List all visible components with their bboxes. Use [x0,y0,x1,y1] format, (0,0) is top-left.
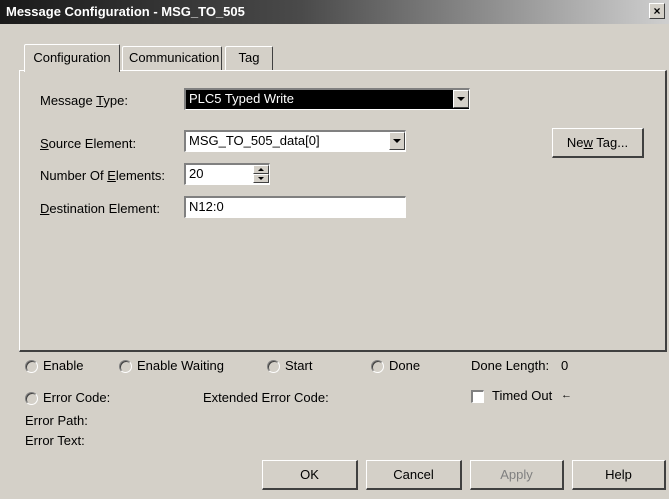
destination-element-value: N12:0 [189,199,224,214]
tab-tag[interactable]: Tag [225,46,273,70]
spin-down-icon[interactable] [253,174,269,183]
close-icon[interactable]: × [649,3,665,19]
done-radio [371,360,384,373]
timed-out-label: Timed Out [492,388,553,403]
enable-waiting-radio [119,360,132,373]
arrow-left-icon: ← [561,389,572,401]
tab-configuration[interactable]: Configuration [24,44,120,72]
help-button[interactable]: Help [572,460,666,490]
new-tag-button[interactable]: New Tag... [552,128,644,158]
timed-out-checkbox [471,390,484,403]
chevron-down-icon[interactable] [453,90,469,108]
destination-element-input[interactable]: N12:0 [184,196,406,218]
enable-label: Enable [43,358,84,373]
window-title: Message Configuration - MSG_TO_505 [6,4,245,19]
done-length-value: 0 [561,358,569,373]
window-title-bar: Message Configuration - MSG_TO_505 × [0,0,669,24]
number-of-elements-stepper[interactable]: 20 [184,163,270,185]
ok-button[interactable]: OK [262,460,358,490]
tab-communication[interactable]: Communication [122,46,222,70]
number-of-elements-label: Number Of Elements: [40,168,165,183]
done-label: Done [389,358,421,373]
spin-up-icon[interactable] [253,165,269,174]
message-type-label: Message Type: [40,93,128,108]
enable-radio [25,360,38,373]
apply-button[interactable]: Apply [470,460,564,490]
configuration-panel: Message Type: PLC5 Typed Write Source El… [19,70,667,352]
extended-error-code-label: Extended Error Code: [203,390,329,405]
error-code-label: Error Code: [43,390,111,405]
enable-waiting-label: Enable Waiting [137,358,224,373]
message-type-dropdown[interactable]: PLC5 Typed Write [184,88,470,110]
source-element-dropdown[interactable]: MSG_TO_505_data[0] [184,130,406,152]
done-length-label: Done Length: [471,358,550,373]
error-code-radio [25,392,38,405]
cancel-button[interactable]: Cancel [366,460,462,490]
message-type-value: PLC5 Typed Write [189,91,295,106]
error-path-label: Error Path: [25,413,88,428]
source-element-value: MSG_TO_505_data[0] [189,133,320,148]
chevron-down-icon[interactable] [389,132,405,150]
start-label: Start [285,358,313,373]
destination-element-label: Destination Element: [40,201,160,216]
error-text-label: Error Text: [25,433,85,448]
start-radio [267,360,280,373]
source-element-label: Source Element: [40,136,137,151]
number-of-elements-value: 20 [189,166,204,181]
